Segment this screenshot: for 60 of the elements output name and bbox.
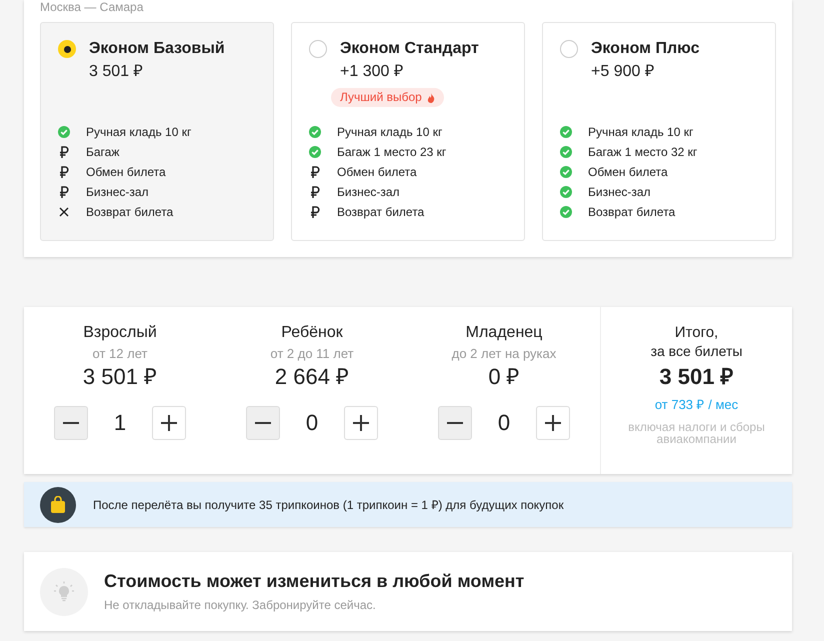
bonus-text: После перелёта вы получите 35 трипкоинов (1 трипкоин = 1 ₽) для будущих покупок (93, 497, 564, 513)
fare-name: Эконом Плюс (591, 39, 700, 59)
best-choice-badge: Лучший выбор (331, 88, 444, 107)
passenger-price: 0 ₽ (488, 364, 520, 390)
total-amount: 3 501 ₽ (659, 363, 734, 391)
fare-price: +1 300 ₽ (340, 62, 404, 82)
lightbulb-icon (40, 568, 88, 616)
fare-card[interactable]: Эконом Стандарт +1 300 ₽ Лучший выбор Ручная кладь 10 кг Багаж 1 место 23 кг Обмен билета Бизнес-зал Возврат билета (291, 22, 525, 241)
feature-label: Бизнес-зал (86, 184, 149, 198)
route-text: Москва — Самара (40, 0, 144, 14)
age-range: до 2 лет на руках (452, 345, 556, 363)
total-title: Итого, (674, 323, 718, 342)
increase-button[interactable] (344, 406, 378, 440)
passenger-type: Младенец (466, 323, 542, 343)
feature-label: Багаж 1 место 32 кг (588, 144, 698, 158)
increase-button[interactable] (536, 406, 570, 440)
feature-label: Возврат билета (86, 204, 174, 218)
feature-label: Обмен билета (588, 164, 668, 178)
feature-label: Багаж (86, 144, 120, 158)
radio-button[interactable] (58, 40, 76, 58)
feature-label: Ручная кладь 10 кг (337, 124, 442, 138)
minus-icon (254, 422, 272, 424)
feature-label: Возврат билета (588, 204, 676, 218)
passenger-count: 0 (496, 410, 512, 436)
age-range: от 12 лет (92, 345, 148, 363)
fare-card[interactable]: Эконом Плюс +5 900 ₽ Ручная кладь 10 кг Багаж 1 место 32 кг Обмен билета Бизнес-зал Возврат билета (542, 22, 776, 241)
fare-card[interactable]: Эконом Базовый 3 501 ₽ Ручная кладь 10 кг Багаж Обмен билета Бизнес-зал Возврат билета (40, 22, 274, 241)
flame-icon (426, 92, 435, 102)
passenger-count: 0 (304, 410, 320, 436)
taxes-note: включая налоги и сборы авиакомпании (627, 421, 766, 445)
feature-label: Бизнес-зал (588, 184, 651, 198)
warning-subtitle: Не откладывайте покупку. Забронируйте сейчас. (104, 598, 377, 612)
feature-label: Багаж 1 место 23 кг (337, 144, 446, 158)
passenger-type: Ребёнок (281, 323, 343, 343)
plus-icon (352, 414, 370, 432)
warning-title: Стоимость может измениться в любой момент (104, 571, 524, 592)
total-subtitle: за все билеты (650, 342, 742, 361)
radio-button[interactable] (560, 40, 578, 58)
feature-label: Ручная кладь 10 кг (86, 124, 192, 138)
fare-price: 3 501 ₽ (89, 62, 144, 82)
bag-icon (40, 486, 76, 522)
minus-icon (62, 422, 80, 424)
feature-label: Обмен билета (86, 164, 166, 178)
passenger-price: 2 664 ₽ (274, 364, 350, 390)
feature-label: Ручная кладь 10 кг (588, 124, 694, 138)
plus-icon (544, 414, 562, 432)
radio-button[interactable] (309, 40, 327, 58)
fare-name: Эконом Базовый (89, 39, 225, 59)
feature-label: Обмен билета (337, 164, 417, 178)
feature-label: Бизнес-зал (337, 184, 400, 198)
passenger-type: Взрослый (83, 323, 157, 343)
passenger-price: 3 501 ₽ (82, 364, 158, 390)
increase-button[interactable] (152, 406, 186, 440)
passenger-count: 1 (112, 410, 128, 436)
minus-icon (446, 422, 464, 424)
plus-icon (160, 414, 178, 432)
fare-name: Эконом Стандарт (340, 39, 479, 59)
feature-label: Возврат билета (337, 204, 424, 218)
age-range: от 2 до 11 лет (270, 345, 354, 363)
fare-price: +5 900 ₽ (591, 62, 655, 82)
